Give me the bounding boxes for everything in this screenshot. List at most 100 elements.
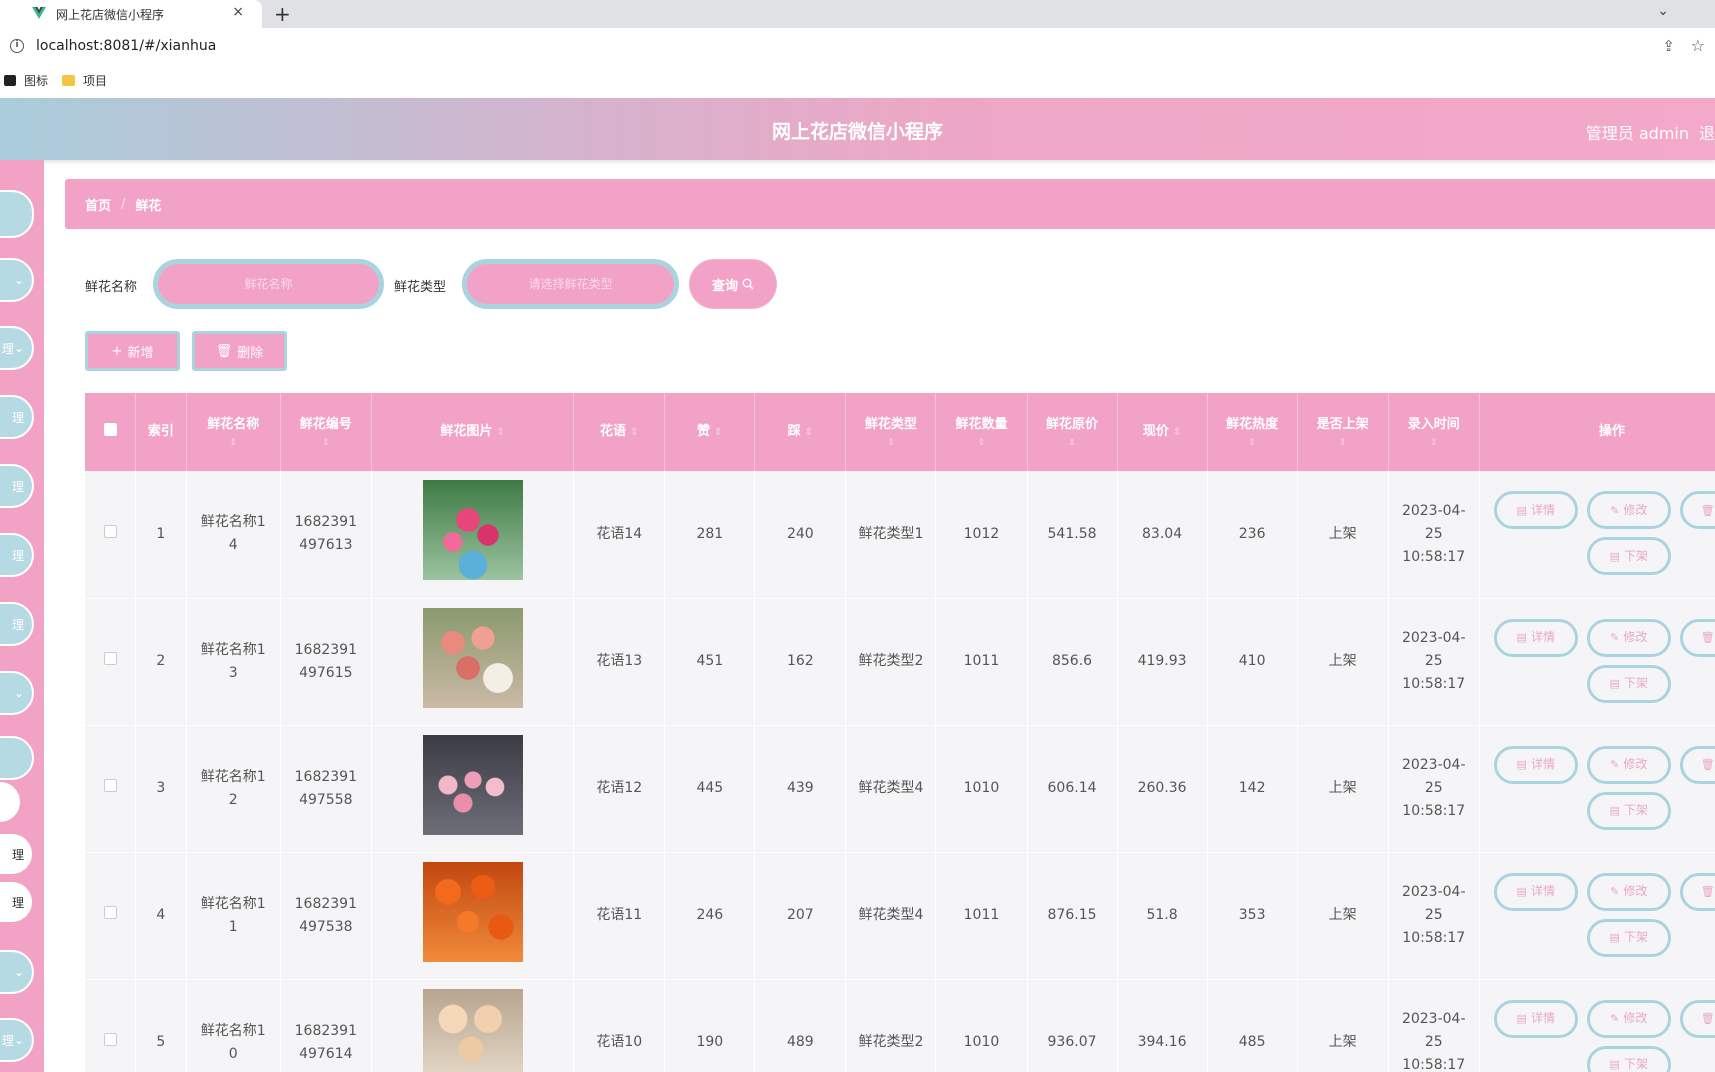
edit-button[interactable]: ✎ 修改 (1586, 745, 1671, 784)
table-header-row: 索引 鲜花名称 ⇕ 鲜花编号 ⇕ 鲜花图片 ⇕ 花语 ⇕ 赞 ⇕ 踩 ⇕ 鲜花类型 ⇕ 鲜花数… (85, 393, 1715, 471)
detail-button[interactable]: ▤ 详情 (1493, 745, 1578, 784)
detail-button[interactable]: ▤ 详情 (1493, 999, 1578, 1038)
edit-button[interactable]: ✎ 修改 (1586, 872, 1671, 911)
column-header[interactable]: 鲜花名称 ⇕ (186, 393, 281, 471)
sidebar-item[interactable]: ⌄ (0, 671, 34, 715)
url-text[interactable]: localhost:8081/#/xianhua (36, 38, 216, 54)
sidebar-item[interactable]: 理 ⌄ (0, 1018, 34, 1062)
sidebar-item[interactable]: 理 (0, 832, 34, 876)
row-delete-button[interactable]: 🗑删除 (1679, 999, 1715, 1038)
logout-link[interactable]: 退 (1699, 120, 1715, 144)
select-all-checkbox[interactable] (103, 422, 117, 436)
sort-icon[interactable]: ⇕ (1302, 438, 1384, 448)
sort-icon[interactable]: ⇕ (496, 427, 504, 438)
sidebar-item[interactable] (0, 736, 34, 780)
row-checkbox[interactable] (103, 652, 117, 665)
row-delete-button[interactable]: 🗑删除 (1679, 872, 1715, 911)
sort-icon[interactable]: ⇕ (630, 427, 638, 438)
info-icon[interactable]: i (10, 39, 24, 53)
sort-icon[interactable]: ⇕ (805, 427, 813, 438)
off-shelf-button[interactable]: ▤ 下架 (1586, 537, 1671, 575)
off-shelf-button[interactable]: ▤ 下架 (1586, 664, 1671, 703)
column-header[interactable]: 鲜花热度 ⇕ (1207, 393, 1298, 471)
off-shelf-button[interactable]: ▤ 下架 (1586, 918, 1671, 957)
column-header[interactable]: 鲜花图片 ⇕ (371, 393, 575, 471)
row-select-cell[interactable] (85, 979, 137, 1072)
column-header[interactable]: 赞 ⇕ (664, 393, 756, 471)
sidebar-item[interactable]: 理 (0, 464, 34, 508)
address-bar[interactable]: i localhost:8081/#/xianhua ⇪ ☆ (0, 28, 1715, 66)
detail-button[interactable]: ▤ 详情 (1493, 872, 1578, 911)
sidebar-item[interactable]: 理 (0, 533, 34, 577)
column-header[interactable]: 踩 ⇕ (754, 393, 847, 471)
row-delete-button[interactable]: 🗑删除 (1679, 745, 1715, 784)
flower-language-cell: 花语14 (573, 471, 666, 599)
column-header[interactable]: 录入时间 ⇕ (1388, 393, 1480, 471)
sort-icon[interactable]: ⇕ (1212, 438, 1293, 448)
share-icon[interactable]: ⇪ (1662, 37, 1675, 55)
sidebar-item[interactable]: ⌄ (0, 950, 34, 994)
sidebar-item[interactable] (0, 190, 34, 238)
column-header[interactable]: 现价 ⇕ (1117, 393, 1208, 471)
edit-button[interactable]: ✎ 修改 (1586, 491, 1671, 529)
chevron-down-icon[interactable]: ⌄ (1657, 3, 1669, 19)
detail-button[interactable]: ▤ 详情 (1493, 491, 1578, 529)
browser-tab[interactable]: 网上花店微信小程序 × (0, 0, 262, 28)
edit-button[interactable]: ✎ 修改 (1586, 999, 1671, 1038)
sort-icon[interactable]: ⇕ (285, 438, 367, 448)
off-shelf-button[interactable]: ▤ 下架 (1586, 791, 1671, 830)
bookmark-tubiao[interactable]: 图标 (4, 72, 48, 89)
column-header[interactable]: 鲜花类型 ⇕ (845, 393, 937, 471)
row-select-cell[interactable] (85, 725, 137, 853)
flower-photo[interactable] (422, 607, 523, 708)
delete-button[interactable]: 🗑 删除 (192, 331, 287, 371)
document-icon: ▤ (1609, 931, 1620, 944)
flower-type-select[interactable]: 请选择鲜花类型 (462, 259, 679, 309)
query-button[interactable]: 查询 (689, 259, 777, 309)
sort-icon[interactable]: ⇕ (940, 438, 1022, 448)
sidebar-item[interactable]: 理 (0, 395, 34, 439)
column-header[interactable]: 鲜花编号 ⇕ (280, 393, 372, 471)
edit-button[interactable]: ✎ 修改 (1586, 618, 1671, 657)
sort-icon[interactable]: ⇕ (1173, 427, 1181, 438)
row-checkbox[interactable] (103, 524, 117, 538)
column-header[interactable]: 鲜花数量 ⇕ (935, 393, 1028, 471)
column-header[interactable]: 鲜花原价 ⇕ (1027, 393, 1118, 471)
sidebar-item[interactable]: 理 ⌄ (0, 326, 34, 370)
row-select-cell[interactable] (85, 598, 137, 726)
sidebar-item[interactable] (0, 780, 22, 824)
flower-photo[interactable] (422, 861, 523, 962)
row-select-cell[interactable] (85, 471, 137, 599)
flower-photo[interactable] (422, 734, 523, 835)
bookmark-xiangmu[interactable]: 项目 (62, 72, 107, 89)
breadcrumb-home[interactable]: 首页 (85, 195, 111, 214)
sort-icon[interactable]: ⇕ (850, 438, 931, 448)
admin-user-label[interactable]: 管理员 admin (1586, 120, 1689, 144)
add-button[interactable]: + 新增 (85, 331, 180, 371)
new-tab-icon[interactable]: + (274, 2, 291, 26)
row-checkbox[interactable] (103, 1033, 117, 1046)
sort-icon[interactable]: ⇕ (714, 427, 722, 438)
row-delete-button[interactable]: 🗑删除 (1679, 491, 1715, 529)
tab-close-icon[interactable]: × (232, 4, 244, 20)
off-shelf-button[interactable]: ▤ 下架 (1586, 1045, 1671, 1072)
sidebar-item[interactable]: ⌄ (0, 258, 34, 302)
detail-button[interactable]: ▤ 详情 (1493, 618, 1578, 657)
sort-icon[interactable]: ⇕ (191, 438, 276, 448)
sidebar-item[interactable]: 理 (0, 602, 34, 646)
flower-photo[interactable] (422, 988, 523, 1072)
row-checkbox[interactable] (103, 906, 117, 919)
select-all-cell[interactable] (85, 393, 137, 471)
row-checkbox[interactable] (103, 779, 117, 792)
flower-name-input[interactable]: 鲜花名称 (153, 259, 384, 309)
flower-photo[interactable] (422, 480, 523, 581)
row-delete-button[interactable]: 🗑删除 (1679, 618, 1715, 657)
sort-icon[interactable]: ⇕ (1393, 438, 1475, 448)
row-select-cell[interactable] (85, 852, 137, 980)
star-icon[interactable]: ☆ (1691, 36, 1705, 55)
column-header[interactable]: 是否上架 ⇕ (1297, 393, 1389, 471)
flower-name-label: 鲜花名称 (85, 280, 138, 295)
column-header[interactable]: 花语 ⇕ (573, 393, 666, 471)
sidebar-item[interactable]: 理 (0, 880, 34, 924)
sort-icon[interactable]: ⇕ (1032, 438, 1113, 448)
